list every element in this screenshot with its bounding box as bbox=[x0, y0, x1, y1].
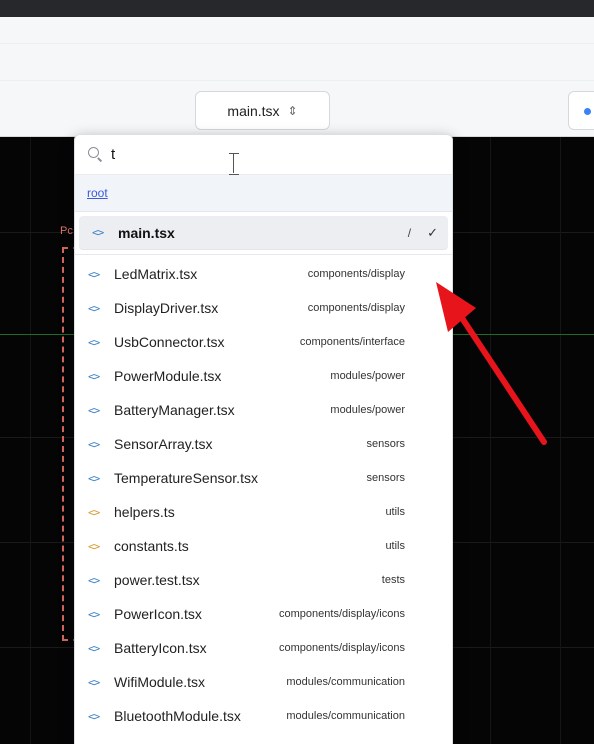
file-name: TemperatureSensor.tsx bbox=[114, 470, 258, 486]
code-brackets-icon: <> bbox=[88, 267, 100, 281]
code-brackets-icon: <> bbox=[88, 607, 100, 621]
file-name: power.test.tsx bbox=[114, 572, 200, 588]
toolbar: main.tsx ⇕ bbox=[0, 17, 594, 137]
file-list-item[interactable]: <> BluetoothModule.tsx modules/communicati… bbox=[75, 699, 452, 733]
file-path: modules/power bbox=[330, 370, 405, 382]
file-name: UsbConnector.tsx bbox=[114, 334, 225, 350]
file-path: modules/power bbox=[330, 404, 405, 416]
file-name: BatteryManager.tsx bbox=[114, 402, 235, 418]
status-dot-icon bbox=[584, 108, 591, 115]
file-path: / bbox=[407, 225, 412, 240]
window-top-bar bbox=[0, 0, 594, 17]
file-path: components/display bbox=[307, 302, 405, 314]
file-list-item[interactable]: <> helpers.ts utils bbox=[75, 495, 452, 529]
file-picker-dropdown: root <> main.tsx / ✓ <> LedMatrix.tsx comp… bbox=[74, 134, 453, 744]
code-brackets-icon: <> bbox=[92, 226, 104, 239]
file-name: DisplayDriver.tsx bbox=[114, 300, 219, 316]
file-name: SensorArray.tsx bbox=[114, 436, 213, 452]
code-brackets-icon: <> bbox=[88, 505, 100, 519]
file-path: sensors bbox=[366, 472, 405, 484]
file-path: tests bbox=[381, 574, 405, 586]
code-brackets-icon: <> bbox=[88, 437, 100, 451]
file-select-value: main.tsx bbox=[227, 102, 280, 119]
code-brackets-icon: <> bbox=[88, 539, 100, 553]
file-path: components/interface bbox=[299, 336, 405, 348]
file-path: components/display/icons bbox=[279, 608, 405, 620]
code-brackets-icon: <> bbox=[88, 573, 100, 587]
file-list-item[interactable]: <> PowerModule.tsx modules/power bbox=[75, 359, 452, 393]
grid-line bbox=[30, 137, 31, 744]
code-brackets-icon: <> bbox=[88, 709, 100, 723]
divider bbox=[0, 43, 594, 44]
file-path: utils bbox=[385, 506, 405, 518]
file-list-item[interactable]: <> BatteryManager.tsx modules/power bbox=[75, 393, 452, 427]
file-name: LedMatrix.tsx bbox=[114, 266, 198, 282]
file-list-item[interactable]: <> LedMatrix.tsx components/display bbox=[75, 257, 452, 291]
file-name: WifiModule.tsx bbox=[114, 674, 206, 690]
file-path: sensors bbox=[366, 438, 405, 450]
file-path: modules/communication bbox=[286, 710, 405, 722]
file-list-item[interactable]: <> UsbConnector.tsx components/interface bbox=[75, 325, 452, 359]
breadcrumb: root bbox=[75, 175, 452, 212]
file-name: PowerModule.tsx bbox=[114, 368, 222, 384]
file-name: PowerIcon.tsx bbox=[114, 606, 202, 622]
file-list-item[interactable]: <> SensorArray.tsx sensors bbox=[75, 427, 452, 461]
grid-line bbox=[490, 137, 491, 744]
code-brackets-icon: <> bbox=[88, 301, 100, 315]
divider bbox=[0, 80, 594, 81]
file-name: main.tsx bbox=[118, 224, 175, 241]
file-path: modules/communication bbox=[286, 676, 405, 688]
file-name: BluetoothModule.tsx bbox=[114, 708, 241, 724]
file-list-item[interactable]: <> power.test.tsx tests bbox=[75, 563, 452, 597]
code-brackets-icon: <> bbox=[88, 471, 100, 485]
file-list: <> LedMatrix.tsx components/display <> Displ… bbox=[75, 257, 452, 733]
code-brackets-icon: <> bbox=[88, 641, 100, 655]
code-brackets-icon: <> bbox=[88, 369, 100, 383]
current-file-row[interactable]: <> main.tsx / ✓ bbox=[79, 216, 448, 250]
status-button[interactable] bbox=[568, 91, 594, 130]
file-list-item[interactable]: <> PowerIcon.tsx components/display/icons bbox=[75, 597, 452, 631]
chevron-updown-icon: ⇕ bbox=[287, 103, 298, 118]
file-name: BatteryIcon.tsx bbox=[114, 640, 207, 656]
search-icon bbox=[88, 147, 103, 162]
file-list-item[interactable]: <> TemperatureSensor.tsx sensors bbox=[75, 461, 452, 495]
file-select-dropdown[interactable]: main.tsx ⇕ bbox=[195, 91, 330, 130]
file-path: components/display/icons bbox=[279, 642, 405, 654]
file-list-item[interactable]: <> WifiModule.tsx modules/communication bbox=[75, 665, 452, 699]
file-path: utils bbox=[385, 540, 405, 552]
text-cursor-icon bbox=[229, 153, 239, 175]
file-path: components/display bbox=[307, 268, 405, 280]
search-row bbox=[75, 135, 452, 175]
check-icon: ✓ bbox=[427, 224, 438, 240]
search-input[interactable] bbox=[111, 146, 411, 163]
code-brackets-icon: <> bbox=[88, 675, 100, 689]
file-name: constants.ts bbox=[114, 538, 189, 554]
divider bbox=[75, 254, 452, 255]
file-list-item[interactable]: <> constants.ts utils bbox=[75, 529, 452, 563]
grid-line bbox=[560, 137, 561, 744]
code-brackets-icon: <> bbox=[88, 403, 100, 417]
code-brackets-icon: <> bbox=[88, 335, 100, 349]
file-list-item[interactable]: <> DisplayDriver.tsx components/display bbox=[75, 291, 452, 325]
file-name: helpers.ts bbox=[114, 504, 175, 520]
file-list-item[interactable]: <> BatteryIcon.tsx components/display/icon… bbox=[75, 631, 452, 665]
root-link[interactable]: root bbox=[87, 186, 108, 200]
pcb-label: Pc bbox=[60, 225, 73, 237]
